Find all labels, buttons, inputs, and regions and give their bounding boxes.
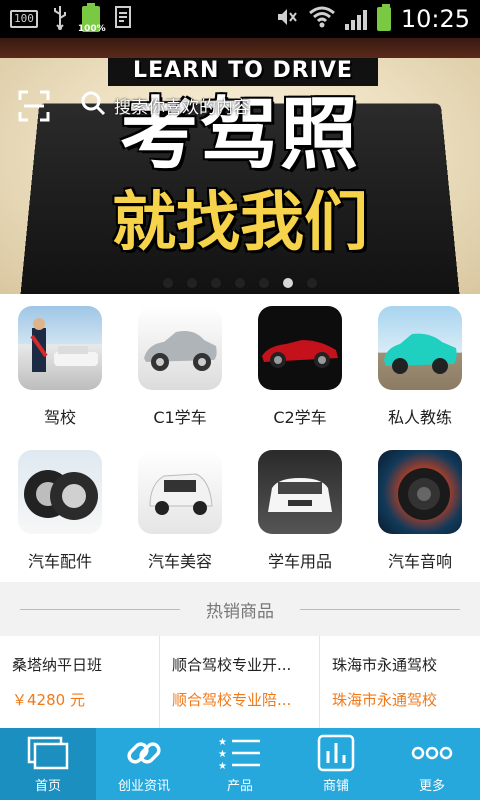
banner-tagline: LEARN TO DRIVE: [108, 58, 378, 86]
more-dots-icon: [410, 733, 454, 773]
product-card[interactable]: 顺合驾校专业开... 顺合驾校专业陪...: [160, 636, 320, 728]
battery-full-icon: 100%: [78, 3, 106, 34]
svg-text:★: ★: [218, 737, 227, 748]
nav-item-shops[interactable]: 商铺: [288, 728, 384, 800]
promo-banner[interactable]: LEARN TO DRIVE 考驾照 就找我们 搜索你喜欢的内容: [0, 38, 480, 294]
nav-label: 商铺: [322, 779, 349, 794]
category-c1[interactable]: C1学车: [120, 294, 240, 438]
search-icon: [80, 90, 106, 120]
nav-item-products[interactable]: ★ ★ ★ 产品: [192, 728, 288, 800]
hot-products-list: 桑塔纳平日班 ￥4280 元 顺合驾校专业开... 顺合驾校专业陪... 珠海市…: [0, 636, 480, 728]
nav-label: 首页: [34, 779, 61, 794]
car-front-photo: [258, 450, 342, 534]
driving-school-photo: [18, 306, 102, 390]
battery-icon: [376, 4, 391, 31]
nav-label: 更多: [418, 779, 445, 794]
silver-car-photo: [138, 306, 222, 390]
carousel-indicator: [0, 278, 480, 288]
document-icon: [114, 5, 136, 33]
clock: 10:25: [400, 5, 470, 33]
product-name: 珠海市永通驾校: [332, 656, 438, 674]
nav-label: 创业资讯: [117, 779, 170, 794]
product-price: ￥4280 元: [12, 691, 85, 709]
nav-label: 产品: [226, 779, 253, 794]
category-beauty[interactable]: 汽车美容: [120, 438, 240, 582]
speaker-photo: [378, 450, 462, 534]
category-label: C1学车: [153, 408, 207, 427]
product-card[interactable]: 珠海市永通驾校 珠海市永通驾校: [320, 636, 480, 728]
carousel-dot-active[interactable]: [283, 278, 293, 288]
category-private-coach[interactable]: 私人教练: [360, 294, 480, 438]
product-name: 顺合驾校专业开...: [172, 656, 292, 674]
product-price: 顺合驾校专业陪...: [172, 691, 292, 709]
svg-text:★: ★: [218, 749, 227, 760]
product-price: 珠海市永通驾校: [332, 691, 438, 709]
banner-top-strip: [0, 38, 480, 58]
divider: [20, 609, 180, 610]
carousel-dot[interactable]: [163, 278, 173, 288]
category-label: 汽车配件: [27, 552, 92, 571]
svg-text:★: ★: [218, 761, 227, 771]
home-windows-icon: [26, 733, 70, 773]
teal-car-photo: [378, 306, 462, 390]
tires-photo: [18, 450, 102, 534]
category-label: 汽车美容: [147, 552, 212, 571]
link-chain-icon: [124, 733, 164, 773]
mute-icon: [275, 5, 299, 33]
category-label: 私人教练: [387, 408, 452, 427]
category-parts[interactable]: 汽车配件: [0, 438, 120, 582]
wifi-icon: [308, 5, 335, 33]
white-car-photo: [138, 450, 222, 534]
category-label: C2学车: [273, 408, 327, 427]
nav-item-more[interactable]: 更多: [384, 728, 480, 800]
category-label: 驾校: [43, 408, 76, 427]
carousel-dot[interactable]: [235, 278, 245, 288]
search-bar[interactable]: 搜索你喜欢的内容: [80, 88, 290, 122]
search-input[interactable]: 搜索你喜欢的内容: [114, 93, 250, 118]
usb-icon: [52, 5, 68, 33]
carousel-dot[interactable]: [307, 278, 317, 288]
signal-icon: [344, 8, 367, 30]
category-supplies[interactable]: 学车用品: [240, 438, 360, 582]
bar-chart-icon: [316, 733, 356, 773]
carousel-dot[interactable]: [259, 278, 269, 288]
category-grid: 驾校 C1学车 C2学车 私人教练 汽车配件 汽车美容 学车用品 汽车音响: [0, 294, 480, 582]
banner-subheadline: 就找我们: [112, 186, 368, 260]
category-label: 汽车音响: [387, 552, 452, 571]
carousel-dot[interactable]: [187, 278, 197, 288]
product-card[interactable]: 桑塔纳平日班 ￥4280 元: [0, 636, 160, 728]
scan-icon[interactable]: [18, 90, 50, 122]
status-box-icon: 100: [10, 10, 38, 28]
red-convertible-photo: [258, 306, 342, 390]
status-bar: 100 100% 10:25: [0, 0, 480, 38]
category-audio[interactable]: 汽车音响: [360, 438, 480, 582]
nav-item-home[interactable]: 首页: [0, 728, 96, 800]
divider: [300, 609, 460, 610]
hot-products-header: 热销商品: [0, 582, 480, 636]
list-stars-icon: ★ ★ ★: [218, 733, 262, 773]
carousel-dot[interactable]: [211, 278, 221, 288]
category-driving-school[interactable]: 驾校: [0, 294, 120, 438]
battery-percent-label: 100%: [77, 24, 106, 34]
section-title: 热销商品: [190, 596, 290, 622]
bottom-nav: 首页 创业资讯 ★ ★ ★ 产品 商铺 更多: [0, 728, 480, 800]
nav-item-news[interactable]: 创业资讯: [96, 728, 192, 800]
category-c2[interactable]: C2学车: [240, 294, 360, 438]
product-name: 桑塔纳平日班: [12, 656, 103, 674]
category-label: 学车用品: [267, 552, 332, 571]
